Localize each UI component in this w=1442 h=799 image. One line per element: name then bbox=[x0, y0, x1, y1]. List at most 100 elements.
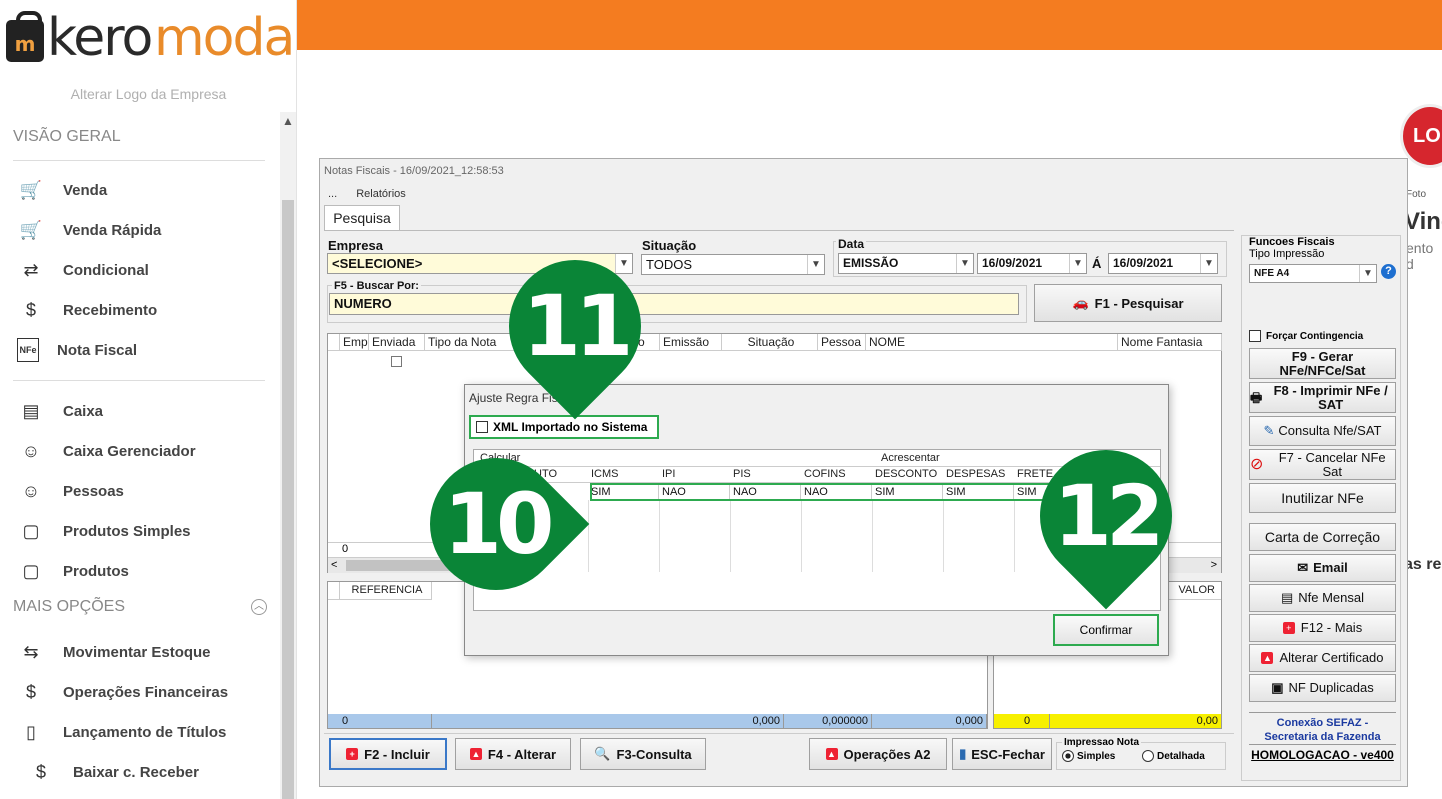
consulta-nfe-button[interactable]: ✎ Consulta Nfe/SAT bbox=[1249, 416, 1396, 446]
col-line bbox=[730, 500, 731, 572]
plus-icon: + bbox=[346, 748, 359, 760]
col-header-pis: PIS bbox=[733, 468, 751, 480]
cash-register-icon: ▤ bbox=[22, 400, 40, 421]
cancelar-nfe-button[interactable]: ⊘ F7 - Cancelar NFe Sat bbox=[1249, 449, 1396, 480]
grid-header-indicator bbox=[328, 334, 340, 351]
step-marker-12: 12 bbox=[1053, 467, 1165, 565]
sidebar-item-produtos-simples[interactable]: ▢ Produtos Simples bbox=[17, 516, 267, 546]
bag-icon: m bbox=[6, 11, 44, 62]
data-type-select[interactable]: EMISSÃO ▼ bbox=[838, 253, 974, 274]
operacoes-button[interactable]: ▲ Operações A2 bbox=[809, 738, 947, 770]
search-doc-icon: ✎ bbox=[1263, 423, 1275, 438]
col-line bbox=[588, 500, 589, 572]
menu-more[interactable]: ... bbox=[328, 188, 337, 200]
sefaz-link[interactable]: Conexão SEFAZ - Secretaria da Fazenda bbox=[1249, 716, 1396, 744]
forcar-contingencia-checkbox[interactable]: Forçar Contingencia bbox=[1249, 330, 1363, 342]
highlighted-row bbox=[590, 483, 1052, 501]
confirmar-button[interactable]: Confirmar bbox=[1053, 614, 1159, 646]
money-hand-icon: $ bbox=[35, 761, 46, 782]
document-icon: ▤ bbox=[1280, 590, 1294, 605]
pesquisar-button[interactable]: 🚗 F1 - Pesquisar bbox=[1034, 284, 1222, 322]
date-from-picker[interactable]: 16/09/2021 ▼ bbox=[977, 253, 1087, 274]
document-dollar-icon: ▯ bbox=[26, 721, 36, 742]
col-header-despesas: DESPESAS bbox=[946, 468, 1006, 480]
impressao-label: Impressao Nota bbox=[1062, 737, 1142, 748]
grid-header-emissao[interactable]: Emissão bbox=[660, 334, 722, 351]
chevron-up-icon[interactable]: ︿ bbox=[251, 599, 267, 615]
sidebar-item-lancamento-titulos[interactable]: ▯ Lançamento de Títulos bbox=[17, 717, 267, 747]
col-header-ipi: IPI bbox=[662, 468, 676, 480]
radio-simples[interactable]: Simples bbox=[1062, 750, 1115, 762]
sidebar: m kero moda Alterar Logo da Empresa VISÃ… bbox=[0, 0, 297, 799]
step-marker-11: 11 bbox=[522, 277, 634, 375]
pdf-icon: ▣ bbox=[1271, 680, 1284, 695]
incluir-button[interactable]: + F2 - Incluir bbox=[329, 738, 447, 770]
environment-label: HOMOLOGACAO - ve400 bbox=[1251, 748, 1394, 762]
scroll-right-icon[interactable]: > bbox=[1211, 559, 1217, 571]
alter-logo-link[interactable]: Alterar Logo da Empresa bbox=[0, 86, 297, 102]
xml-importado-checkbox[interactable]: XML Importado no Sistema bbox=[469, 415, 659, 439]
tipo-impressao-select[interactable]: NFE A4 ▼ bbox=[1249, 264, 1377, 283]
menu-relatorios[interactable]: Relatórios bbox=[356, 188, 406, 200]
help-icon[interactable]: ? bbox=[1381, 264, 1396, 279]
grid-header-referencia[interactable]: REFERENCIA bbox=[340, 582, 432, 600]
col-line bbox=[801, 500, 802, 572]
sidebar-item-caixa[interactable]: ▤ Caixa bbox=[17, 396, 267, 426]
gerar-nfe-button[interactable]: F9 - Gerar NFe/NFCe/Sat bbox=[1249, 348, 1396, 379]
f12-mais-button[interactable]: + F12 - Mais bbox=[1249, 614, 1396, 642]
sidebar-item-movimentar-estoque[interactable]: ⇆ Movimentar Estoque bbox=[17, 637, 267, 667]
radio-unchecked[interactable] bbox=[1142, 750, 1154, 762]
total-yellow-value: 0,00 bbox=[1196, 715, 1218, 727]
date-separator: Á bbox=[1092, 256, 1102, 271]
radio-checked[interactable] bbox=[1062, 750, 1074, 762]
situacao-select[interactable]: TODOS ▼ bbox=[641, 254, 825, 275]
chevron-down-icon: ▼ bbox=[1069, 254, 1086, 273]
consulta-button[interactable]: 🔍 F3-Consulta bbox=[580, 738, 706, 770]
sidebar-scroll-thumb[interactable] bbox=[282, 200, 294, 799]
date-to-picker[interactable]: 16/09/2021 ▼ bbox=[1108, 253, 1218, 274]
sidebar-item-venda[interactable]: 🛒 Venda bbox=[17, 175, 267, 205]
checkbox[interactable] bbox=[476, 421, 488, 433]
sidebar-item-baixar-receber[interactable]: $ Baixar c. Receber bbox=[27, 757, 277, 787]
scroll-up-icon[interactable]: ▲ bbox=[280, 114, 296, 128]
checkbox[interactable] bbox=[1249, 330, 1261, 342]
tab-pesquisa[interactable]: Pesquisa bbox=[324, 205, 400, 231]
radio-detalhada[interactable]: Detalhada bbox=[1142, 750, 1205, 762]
people-icon: ☺ bbox=[21, 480, 41, 501]
sidebar-item-nota-fiscal[interactable]: NFe Nota Fiscal bbox=[17, 335, 267, 365]
sidebar-item-caixa-gerenciador[interactable]: ☺ Caixa Gerenciador bbox=[17, 436, 267, 466]
sidebar-item-condicional[interactable]: ⇄ Condicional bbox=[17, 255, 267, 285]
data-label: Data bbox=[836, 237, 867, 251]
buscar-input[interactable]: NUMERO bbox=[329, 293, 1019, 315]
nf-duplicadas-button[interactable]: ▣ NF Duplicadas bbox=[1249, 674, 1396, 702]
car-icon: 🚗 bbox=[1072, 295, 1089, 310]
chevron-down-icon: ▼ bbox=[1359, 265, 1376, 282]
sidebar-item-pessoas[interactable]: ☺ Pessoas bbox=[17, 476, 267, 506]
money-hand-icon: $ bbox=[25, 299, 36, 320]
grid-header-pessoa[interactable]: Pessoa bbox=[818, 334, 866, 351]
inutilizar-nfe-button[interactable]: Inutilizar NFe bbox=[1249, 483, 1396, 513]
grid-header-nome[interactable]: NOME bbox=[866, 334, 1118, 351]
enviada-checkbox[interactable] bbox=[391, 356, 402, 367]
fechar-button[interactable]: ▮ ESC-Fechar bbox=[952, 738, 1052, 770]
sidebar-item-recebimento[interactable]: $ Recebimento bbox=[17, 295, 267, 325]
sidebar-item-operacoes-financeiras[interactable]: $ Operações Financeiras bbox=[17, 677, 267, 707]
sidebar-item-produtos[interactable]: ▢ Produtos bbox=[17, 556, 267, 586]
edit-icon: ▲ bbox=[825, 748, 838, 760]
scroll-left-icon[interactable]: < bbox=[331, 559, 337, 571]
imprimir-nfe-button[interactable]: 🖶 F8 - Imprimir NFe / SAT bbox=[1249, 382, 1396, 413]
carta-correcao-button[interactable]: Carta de Correção bbox=[1249, 523, 1396, 551]
situacao-label: Situação bbox=[642, 238, 697, 253]
col-header-cofins: COFINS bbox=[804, 468, 846, 480]
grid-header-enviada[interactable]: Enviada bbox=[369, 334, 425, 351]
grid-header-situacao[interactable]: Situação bbox=[722, 334, 818, 351]
email-button[interactable]: ✉ Email bbox=[1249, 554, 1396, 582]
nfe-mensal-button[interactable]: ▤ Nfe Mensal bbox=[1249, 584, 1396, 612]
alterar-certificado-button[interactable]: ▲ Alterar Certificado bbox=[1249, 644, 1396, 672]
grid-header-nome-fantasia[interactable]: Nome Fantasia bbox=[1118, 334, 1222, 351]
user-money-icon: ☺ bbox=[21, 440, 41, 461]
grid-header-emp[interactable]: Emp bbox=[340, 334, 369, 351]
sidebar-item-venda-rapida[interactable]: 🛒 Venda Rápida bbox=[17, 215, 267, 245]
total-yellow-count: 0 bbox=[994, 714, 1050, 728]
alterar-button[interactable]: ▲ F4 - Alterar bbox=[455, 738, 571, 770]
